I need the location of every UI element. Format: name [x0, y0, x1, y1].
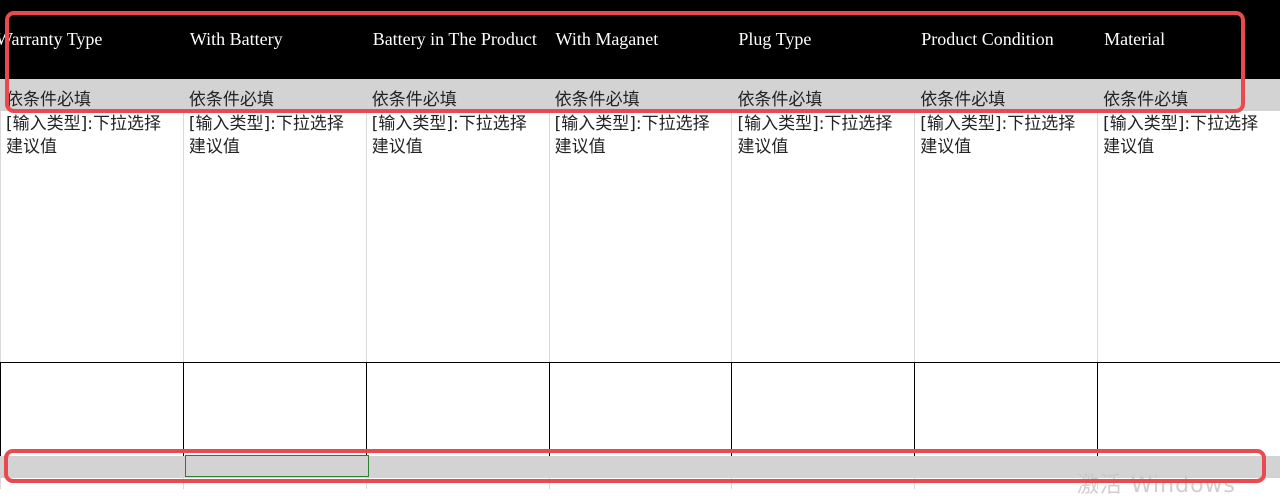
description-cell[interactable]: [输入类型]:下拉选择 建议值	[731, 111, 914, 363]
description-cell[interactable]: [输入类型]:下拉选择 建议值	[182, 111, 366, 363]
description-cell[interactable]: [输入类型]:下拉选择 建议值	[1097, 111, 1280, 363]
description-row: [输入类型]:下拉选择 建议值 [输入类型]:下拉选择 建议值 [输入类型]:下拉选…	[0, 111, 1280, 363]
empty-cell[interactable]	[0, 363, 183, 456]
empty-cell[interactable]	[365, 363, 549, 456]
empty-cell[interactable]	[548, 363, 732, 456]
description-cell[interactable]: [输入类型]:下拉选择 建议值	[914, 111, 1097, 363]
spreadsheet: Warranty Type With Battery Battery in Th…	[0, 0, 1280, 498]
empty-cell[interactable]	[914, 363, 1097, 456]
highlight-box-bottom-row	[4, 449, 1266, 483]
empty-cell[interactable]	[182, 363, 366, 456]
empty-cell[interactable]	[731, 363, 914, 456]
description-cell[interactable]: [输入类型]:下拉选择 建议值	[548, 111, 732, 363]
description-cell[interactable]: [输入类型]:下拉选择 建议值	[0, 111, 183, 363]
description-cell[interactable]: [输入类型]:下拉选择 建议值	[365, 111, 549, 363]
empty-row	[0, 362, 1280, 457]
empty-cell[interactable]	[1097, 363, 1280, 456]
highlight-box-header	[5, 11, 1245, 113]
